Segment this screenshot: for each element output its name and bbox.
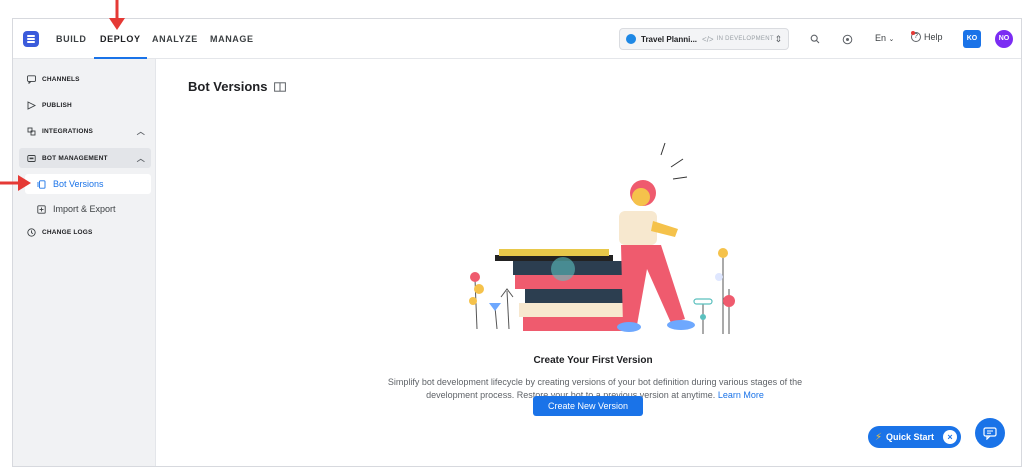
language-label: En xyxy=(875,33,887,43)
sidebar-item-channels[interactable]: CHANNELS xyxy=(19,69,151,89)
sidebar-sub-label: Import & Export xyxy=(53,204,116,214)
language-selector[interactable]: En ⌄ xyxy=(875,33,894,43)
sidebar-item-label: BOT MANAGEMENT xyxy=(42,154,108,162)
chevron-down-icon: ⌄ xyxy=(888,36,895,43)
bot-status: IN DEVELOPMENT xyxy=(716,36,774,42)
app-logo-icon[interactable] xyxy=(23,31,39,47)
quick-start-label: Quick Start xyxy=(886,432,935,442)
sidebar-item-label: CHANGE LOGS xyxy=(42,228,93,236)
clock-icon xyxy=(27,227,36,237)
tab-analyze[interactable]: ANALYZE xyxy=(152,19,198,59)
empty-state-illustration xyxy=(469,142,735,334)
sidebar-item-label: INTEGRATIONS xyxy=(42,127,94,135)
help-label: Help xyxy=(924,32,943,42)
bot-selector[interactable]: Travel Planni... </> IN DEVELOPMENT ⇕ xyxy=(619,28,789,50)
sidebar: CHANNELS PUBLISH INTEGRATIONS ︿ BOT MANA… xyxy=(13,59,156,466)
sidebar-item-publish[interactable]: PUBLISH xyxy=(19,95,151,115)
quick-start-button[interactable]: ⚡ Quick Start × xyxy=(868,426,961,448)
account-avatar[interactable]: KO xyxy=(963,30,981,48)
user-avatar[interactable]: NO xyxy=(995,30,1013,48)
bot-icon xyxy=(27,154,36,163)
chevron-up-icon: ︿ xyxy=(136,154,145,163)
page-title-text: Bot Versions xyxy=(188,79,268,94)
sidebar-item-label: PUBLISH xyxy=(42,101,72,109)
page-title: Bot Versions xyxy=(188,79,287,94)
annotation-arrow-down-icon xyxy=(109,0,125,30)
annotation-arrow-right-icon xyxy=(0,175,31,191)
sidebar-sub-label: Bot Versions xyxy=(53,179,104,189)
chevron-updown-icon: ⇕ xyxy=(774,33,782,44)
chat-icon xyxy=(27,74,36,84)
close-icon[interactable]: × xyxy=(943,430,957,444)
bolt-icon: ⚡ xyxy=(875,431,883,443)
help-button[interactable]: ? Help xyxy=(911,31,943,42)
target-icon[interactable] xyxy=(840,32,854,46)
search-icon[interactable] xyxy=(808,32,822,46)
sidebar-item-import-export[interactable]: Import & Export xyxy=(25,199,151,219)
sidebar-item-integrations[interactable]: INTEGRATIONS ︿ xyxy=(19,121,151,141)
code-icon: </> xyxy=(702,34,714,44)
versions-icon xyxy=(37,179,46,189)
sidebar-item-bot-versions[interactable]: Bot Versions xyxy=(25,174,151,194)
chevron-up-icon: ︿ xyxy=(136,127,145,136)
app-window: BUILD DEPLOY ANALYZE MANAGE Travel Plann… xyxy=(12,18,1022,467)
book-icon[interactable] xyxy=(274,81,287,92)
chat-support-button[interactable] xyxy=(975,418,1005,448)
tab-manage[interactable]: MANAGE xyxy=(210,19,254,59)
learn-more-link[interactable]: Learn More xyxy=(718,390,764,400)
create-new-version-button[interactable]: Create New Version xyxy=(533,396,643,416)
plug-icon xyxy=(27,127,36,136)
send-icon xyxy=(27,100,36,110)
sidebar-item-change-logs[interactable]: CHANGE LOGS xyxy=(19,222,151,242)
empty-state-title: Create Your First Version xyxy=(533,355,653,366)
notification-dot xyxy=(911,31,915,35)
chat-bubble-icon xyxy=(983,427,997,440)
import-icon xyxy=(37,204,46,214)
sidebar-item-label: CHANNELS xyxy=(42,75,80,83)
bot-avatar-icon xyxy=(626,34,636,44)
bot-name: Travel Planni... xyxy=(641,34,698,44)
sidebar-item-bot-management[interactable]: BOT MANAGEMENT ︿ xyxy=(19,148,151,168)
tab-build[interactable]: BUILD xyxy=(56,19,87,59)
top-bar: BUILD DEPLOY ANALYZE MANAGE Travel Plann… xyxy=(13,19,1021,59)
